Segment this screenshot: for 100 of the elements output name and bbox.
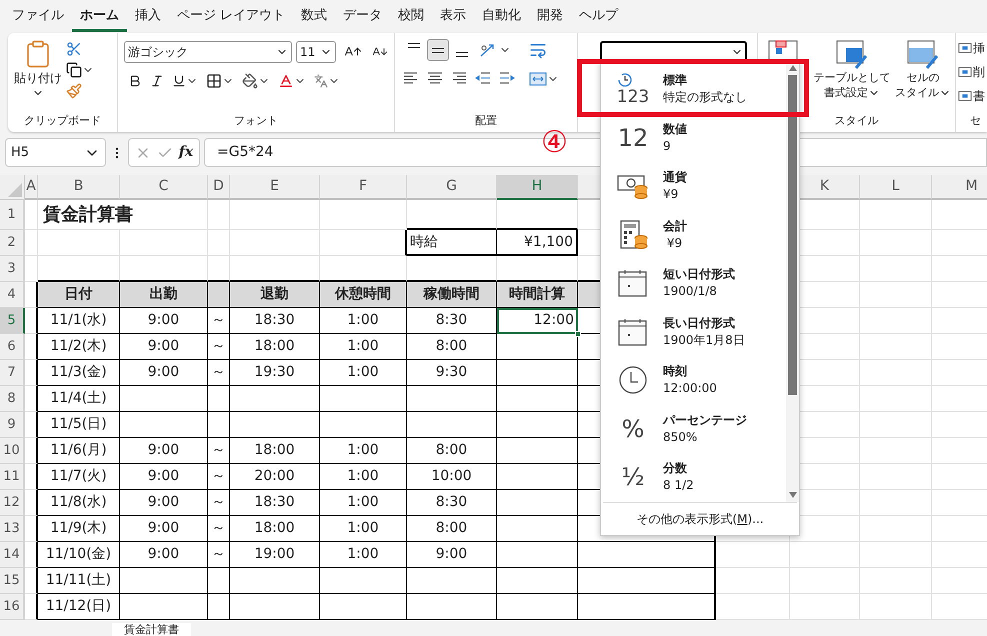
font-name-select[interactable]: 游ゴシック [124, 41, 292, 63]
ribbon-tab[interactable]: 表示 [432, 2, 474, 32]
sheet-cell[interactable]: 19:00 [230, 542, 320, 568]
row-header[interactable]: 2 [0, 230, 25, 256]
sheet-cell[interactable]: 19:30 [230, 360, 320, 386]
cells-command-button[interactable]: 挿 [958, 39, 987, 57]
ribbon-tab[interactable]: 自動化 [474, 2, 530, 32]
borders-icon[interactable] [206, 73, 222, 89]
sheet-cell[interactable] [407, 568, 497, 594]
sheet-cell[interactable] [25, 334, 38, 360]
sheet-cell[interactable] [230, 386, 320, 412]
sheet-cell[interactable] [320, 230, 407, 256]
sheet-cell[interactable]: ～ [208, 308, 230, 334]
sheet-cell[interactable]: ～ [208, 464, 230, 490]
sheet-cell[interactable]: 1:00 [320, 334, 407, 360]
sheet-cell[interactable]: 時間計算 [497, 282, 578, 308]
cells-command-button[interactable]: 書 [958, 87, 987, 105]
sheet-cell[interactable]: 8:30 [407, 308, 497, 334]
sheet-cell[interactable] [497, 516, 578, 542]
sheet-cell[interactable]: 9:00 [120, 542, 208, 568]
wrap-text-icon[interactable] [529, 41, 547, 59]
sheet-cell[interactable] [25, 412, 38, 438]
sheet-cell[interactable]: 10:00 [407, 464, 497, 490]
sheet-cell[interactable]: 18:00 [230, 438, 320, 464]
sheet-cell[interactable]: 11/8(水) [38, 490, 120, 516]
more-number-formats-link[interactable]: その他の表示形式(M)... [603, 502, 797, 535]
row-header[interactable]: 6 [0, 334, 25, 360]
sheet-cell[interactable]: 20:00 [230, 464, 320, 490]
sheet-cell[interactable]: 休憩時間 [320, 282, 407, 308]
sheet-cell[interactable] [497, 386, 578, 412]
sheet-cell[interactable]: 9:00 [120, 490, 208, 516]
format-option[interactable]: ½ 分数 8 1/2 [601, 457, 786, 497]
row-header[interactable]: 12 [0, 490, 25, 516]
sheet-cell[interactable] [320, 568, 407, 594]
sheet-cell[interactable] [208, 282, 230, 308]
sheet-cell[interactable]: 8:30 [407, 490, 497, 516]
sheet-cell[interactable] [320, 386, 407, 412]
format-option[interactable]: 通貨 ¥9 [601, 166, 786, 206]
ribbon-tab[interactable]: ヘルプ [571, 2, 626, 32]
sheet-cell[interactable]: 1:00 [320, 516, 407, 542]
sheet-cell[interactable]: 退勤 [230, 282, 320, 308]
sheet-cell[interactable]: ～ [208, 542, 230, 568]
ribbon-tab[interactable]: 挿入 [127, 2, 169, 32]
decrease-indent-icon[interactable] [475, 71, 491, 85]
sheet-cell[interactable] [25, 386, 38, 412]
row-header[interactable]: 14 [0, 542, 25, 568]
sheet-cell[interactable] [320, 412, 407, 438]
fill-handle[interactable] [575, 331, 581, 337]
sheet-cell[interactable]: 1:00 [320, 360, 407, 386]
sheet-cell[interactable] [497, 568, 578, 594]
row-header[interactable]: 3 [0, 256, 25, 282]
align-right-icon[interactable] [451, 71, 467, 85]
sheet-cell[interactable] [120, 412, 208, 438]
sheet-cell[interactable]: 1:00 [320, 464, 407, 490]
sheet-cell[interactable]: 11/9(木) [38, 516, 120, 542]
font-color-icon[interactable] [278, 73, 294, 89]
align-left-icon[interactable] [403, 71, 419, 85]
sheet-cell[interactable] [497, 490, 578, 516]
sheet-cell[interactable]: 1:00 [320, 542, 407, 568]
row-header[interactable]: 10 [0, 438, 25, 464]
row-header[interactable]: 11 [0, 464, 25, 490]
sheet-cell[interactable] [578, 568, 716, 594]
cell-styles-button[interactable]: セルの スタイル [894, 40, 952, 110]
sheet-cell[interactable] [120, 386, 208, 412]
sheet-cell[interactable]: 11/3(金) [38, 360, 120, 386]
format-option[interactable]: 123 標準 特定の形式なし [601, 69, 786, 109]
sheet-cell[interactable]: 18:00 [230, 516, 320, 542]
row-header[interactable]: 9 [0, 412, 25, 438]
sheet-cell[interactable]: 9:30 [407, 360, 497, 386]
sheet-cell[interactable] [230, 412, 320, 438]
sheet-cell[interactable] [25, 464, 38, 490]
sheet-cell[interactable] [497, 464, 578, 490]
sheet-cell[interactable]: 9:00 [120, 334, 208, 360]
sheet-cell[interactable]: 18:00 [230, 334, 320, 360]
column-header[interactable]: D [208, 175, 230, 200]
format-option[interactable]: 時刻 12:00:00 [601, 360, 786, 400]
sheet-tab[interactable]: 賃金計算書 [112, 623, 191, 636]
sheet-cell[interactable]: 稼働時間 [407, 282, 497, 308]
sheet-cell[interactable]: 1:00 [320, 438, 407, 464]
ribbon-tab[interactable]: ページ レイアウト [169, 2, 294, 32]
sheet-cell[interactable]: 11/4(土) [38, 386, 120, 412]
sheet-cell[interactable]: 9:00 [120, 464, 208, 490]
sheet-cell[interactable]: 1:00 [320, 490, 407, 516]
format-painter-icon[interactable] [66, 83, 82, 99]
ribbon-tab[interactable]: データ [335, 2, 390, 32]
conditional-formatting-icon[interactable] [768, 40, 798, 62]
sheet-cell[interactable] [497, 334, 578, 360]
ribbon-tab[interactable]: 数式 [293, 2, 336, 32]
sheet-cell[interactable]: 日付 [38, 282, 120, 308]
sheet-cell[interactable]: ¥1,100 [497, 230, 578, 256]
column-header[interactable]: A [25, 175, 38, 200]
name-box[interactable]: H5 [5, 138, 106, 167]
sheet-cell[interactable] [25, 490, 38, 516]
sheet-cell[interactable]: 11/10(金) [38, 542, 120, 568]
sheet-cell[interactable]: 時給 [407, 230, 497, 256]
paste-button[interactable]: 貼り付け [16, 39, 60, 110]
format-option[interactable]: 長い日付形式 1900年1月8日 [601, 312, 786, 352]
sheet-cell[interactable] [25, 516, 38, 542]
sheet-cell[interactable]: 9:00 [407, 542, 497, 568]
scroll-up-icon[interactable] [788, 65, 796, 71]
